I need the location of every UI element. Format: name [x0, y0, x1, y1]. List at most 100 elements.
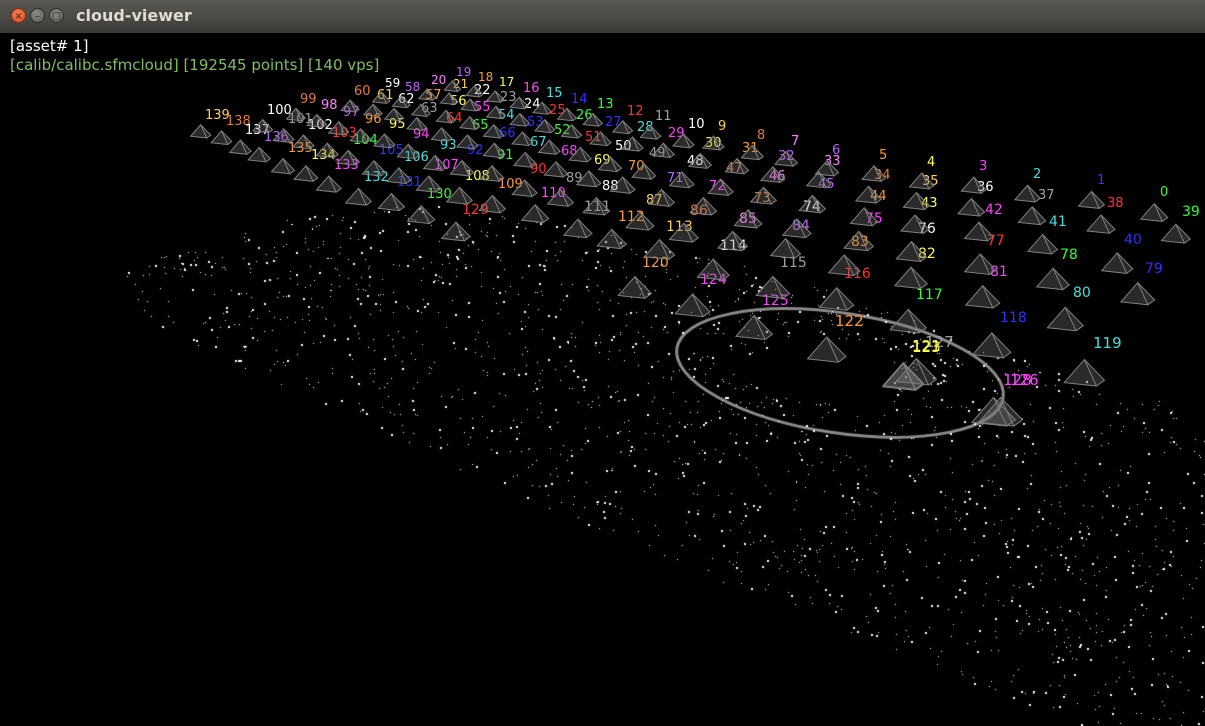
viewpoint-60[interactable]: 60: [340, 84, 371, 113]
camera-frustum-icon: [964, 284, 1001, 309]
camera-frustum-icon: [228, 139, 252, 155]
viewpoint-label: 3: [979, 159, 987, 174]
camera-frustum-icon: [406, 204, 436, 225]
minimize-window-button[interactable]: –: [30, 8, 45, 23]
camera-frustum-icon: [1026, 233, 1059, 255]
camera-frustum-icon: [1160, 223, 1191, 244]
camera-frustum-icon: [696, 258, 730, 281]
viewpoint-label: 79: [1145, 261, 1163, 277]
camera-frustum-icon: [769, 237, 802, 259]
camera-frustum-icon: [1139, 202, 1169, 222]
viewpoint-40[interactable]: 40: [1100, 232, 1142, 274]
viewpoint-label: 126: [1010, 371, 1039, 389]
viewpoint-label: 99: [300, 92, 317, 107]
viewpoint-119[interactable]: 119: [1063, 334, 1122, 387]
title-bar[interactable]: × – □ cloud-viewer: [0, 0, 1205, 34]
viewpoint-label: 100: [267, 103, 292, 118]
window-title: cloud-viewer: [76, 6, 192, 25]
viewpoint-label: 12: [627, 104, 644, 119]
viewpoint-label: 8: [757, 128, 765, 143]
viewpoint-9[interactable]: 9: [701, 119, 726, 151]
viewpoint-label: 15: [546, 86, 563, 101]
camera-frustum-icon: [596, 228, 628, 250]
viewpoint-label: 78: [1060, 247, 1078, 263]
camera-frustum-icon: [406, 116, 428, 132]
viewpoint-label: 0: [1160, 185, 1168, 200]
viewpoint-label: 40: [1124, 232, 1142, 248]
camera-frustum-icon: [377, 192, 406, 212]
viewpoint-5[interactable]: 5: [861, 148, 887, 182]
viewpoint-100[interactable]: 100: [251, 103, 292, 134]
camera-frustum-icon: [674, 292, 711, 318]
viewpoint-label: 5: [879, 148, 887, 163]
camera-frustum-icon: [512, 151, 538, 168]
camera-frustum-icon: [270, 157, 296, 175]
camera-frustum-icon: [293, 164, 319, 182]
viewpoint-1[interactable]: 1: [1077, 173, 1106, 209]
viewpoint-117[interactable]: 117: [889, 287, 943, 334]
camera-frustum-icon: [957, 197, 986, 217]
viewpoint-118[interactable]: 118: [971, 310, 1027, 359]
viewpoint-label: 6: [832, 143, 840, 158]
viewpoint-120[interactable]: 120: [617, 255, 669, 299]
viewpoint-130[interactable]: 130: [406, 187, 452, 225]
camera-frustum-icon: [734, 314, 774, 341]
camera-frustum-icon: [1017, 205, 1047, 226]
viewpoint-0[interactable]: 0: [1139, 185, 1169, 222]
camera-frustum-icon: [1077, 190, 1106, 209]
viewpoint-label: 122: [835, 312, 864, 330]
camera-frustum-icon: [1013, 184, 1042, 203]
viewpoint-2[interactable]: 2: [1013, 167, 1042, 203]
camera-frustum-icon: [643, 238, 676, 260]
viewpoint-122[interactable]: 122: [806, 312, 864, 363]
viewpoint-39[interactable]: 39: [1160, 204, 1200, 244]
viewpoint-label: 39: [1182, 204, 1200, 220]
viewpoint-label: 119: [1093, 334, 1122, 352]
camera-frustum-icon: [806, 336, 847, 363]
viewpoint-label: 37: [1038, 188, 1055, 203]
viewpoint-84[interactable]: 84: [769, 218, 810, 259]
camera-frustum-icon: [562, 218, 593, 239]
viewpoint-label: 58: [405, 80, 420, 94]
viewpoint-80[interactable]: 80: [1046, 285, 1091, 332]
cloud-info-label: [calib/calibc.sfmcloud] [192545 points] …: [10, 56, 380, 74]
viewpoint-125[interactable]: 125: [734, 293, 789, 341]
camera-frustum-icon: [818, 286, 855, 311]
viewpoint-label: 17: [499, 75, 514, 89]
camera-frustum-icon: [1119, 281, 1156, 306]
viewpoint-label: 13: [597, 97, 614, 112]
camera-frustum-icon: [1063, 358, 1106, 387]
viewpoint-label: 98: [321, 98, 338, 113]
viewpoint-label: 10: [688, 117, 705, 132]
viewpoint-label: 41: [1049, 214, 1067, 230]
close-window-button[interactable]: ×: [11, 8, 26, 23]
camera-frustum-icon: [315, 175, 342, 193]
viewpoint-label: 80: [1073, 285, 1091, 301]
viewpoint-20[interactable]: 20: [417, 73, 446, 101]
viewpoint-label: 118: [1000, 310, 1027, 326]
camera-frustum-icon: [520, 203, 550, 224]
viewpoint-3[interactable]: 3: [960, 159, 987, 194]
camera-frustum-icon: [361, 159, 387, 177]
camera-frustum-icon: [543, 160, 569, 178]
camera-frustum-icon: [617, 275, 653, 299]
camera-frustum-icon: [362, 103, 384, 117]
camera-frustum-icon: [1086, 214, 1116, 234]
3d-viewport[interactable]: 1391381371361351341331321311301291281271…: [0, 33, 1205, 726]
camera-frustum-icon: [440, 221, 471, 242]
viewpoint-label: 11: [655, 109, 672, 124]
camera-frustum-icon: [889, 308, 928, 334]
camera-frustum-icon: [189, 123, 212, 139]
viewpoint-115[interactable]: 115: [755, 255, 807, 299]
camera-frustum-icon: [455, 134, 479, 150]
viewpoint-overlay: 1391381371361351341331321311301291281271…: [189, 65, 1200, 427]
viewpoint-label: 121: [912, 337, 941, 355]
camera-frustum-icon: [383, 107, 405, 122]
viewpoint-label: 42: [985, 202, 1003, 218]
camera-frustum-icon: [430, 126, 453, 142]
viewpoint-4[interactable]: 4: [908, 155, 936, 190]
camera-frustum-icon: [893, 266, 929, 290]
camera-frustum-icon: [210, 130, 233, 146]
maximize-window-button[interactable]: □: [49, 8, 64, 23]
viewpoint-label: 38: [1107, 196, 1124, 211]
